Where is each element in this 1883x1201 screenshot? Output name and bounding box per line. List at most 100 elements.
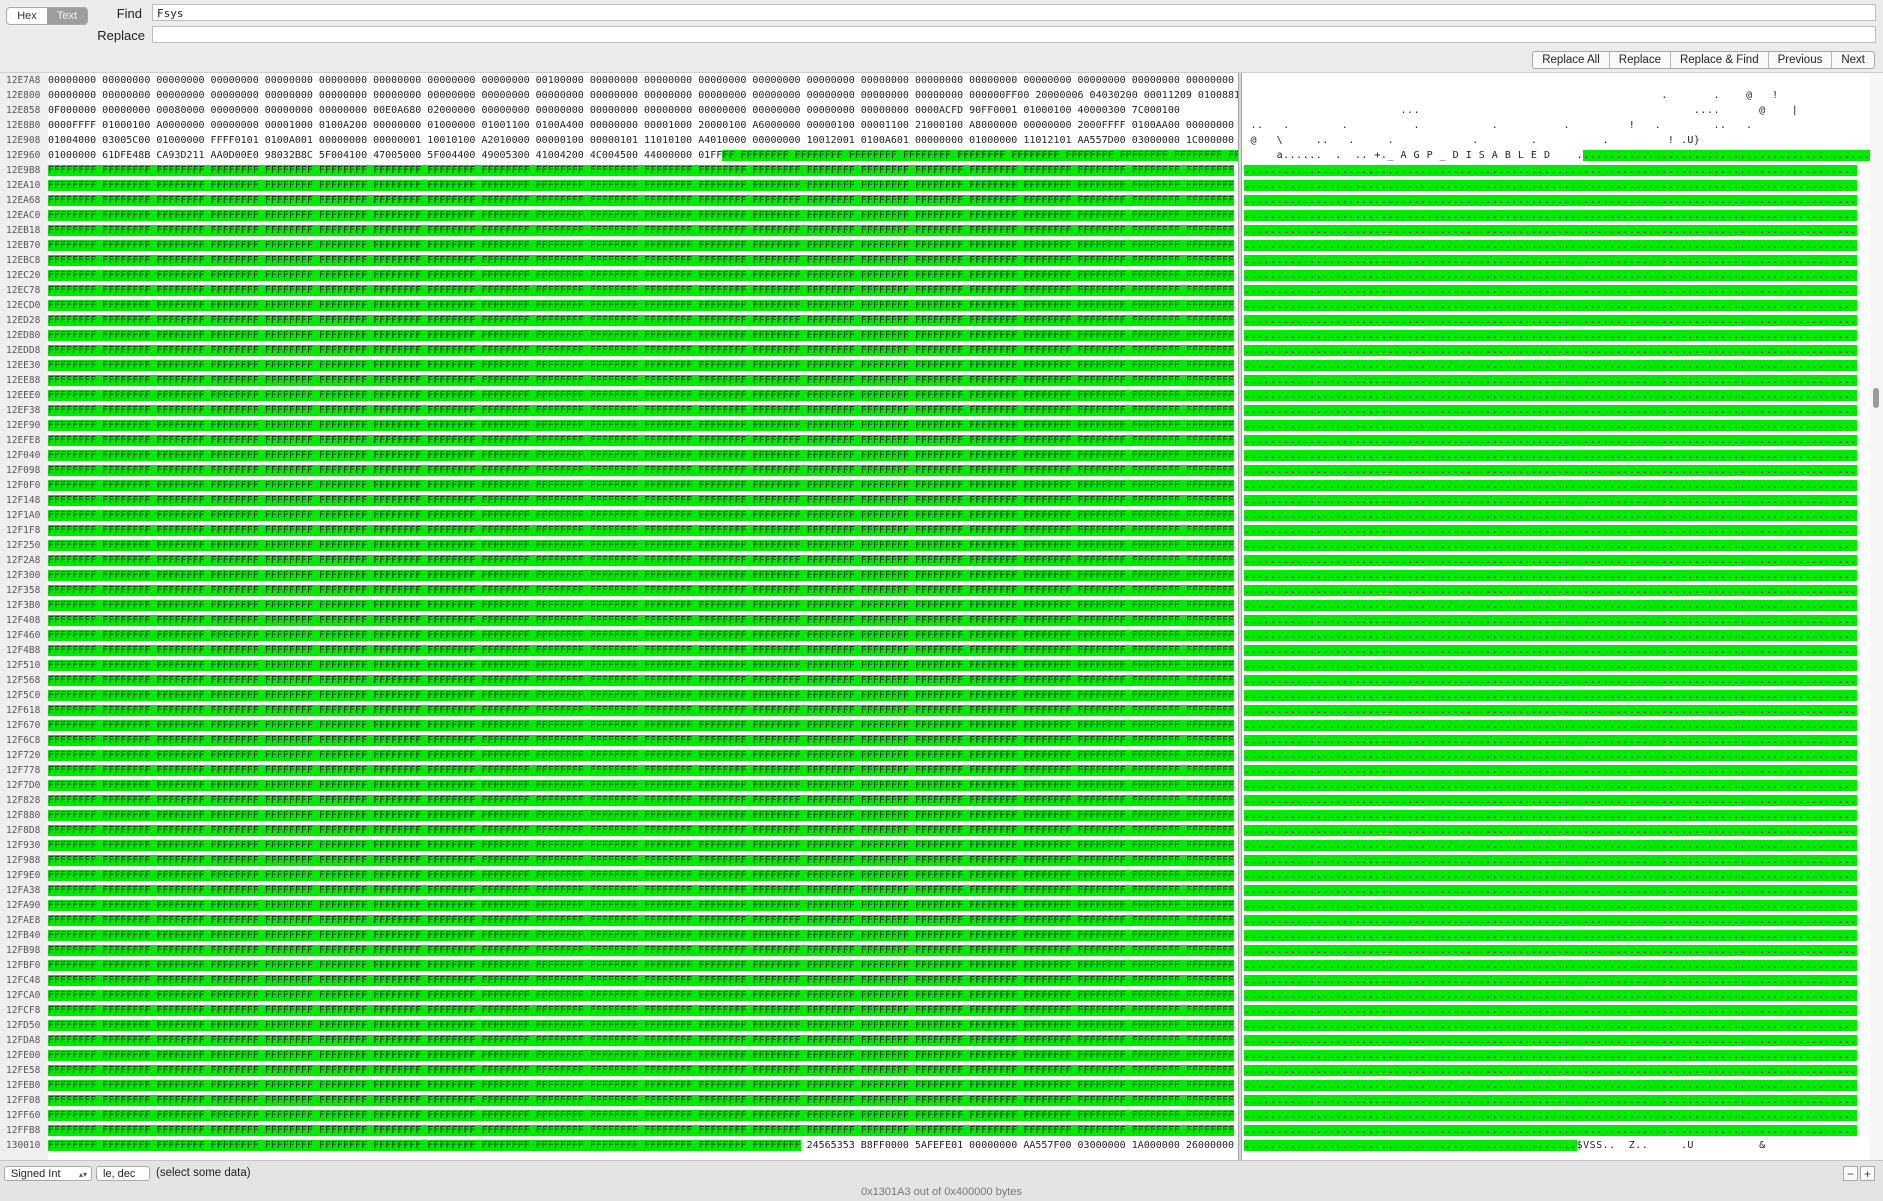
hex-row[interactable]: FFFFFFFF FFFFFFFF FFFFFFFF FFFFFFFF FFFF… bbox=[48, 943, 1235, 958]
text-row[interactable]: ........................................… bbox=[1244, 808, 1857, 823]
text-row[interactable]: @ \ .. . . . . . ! .U} bbox=[1244, 133, 1700, 148]
text-row[interactable]: ........................................… bbox=[1244, 868, 1857, 883]
text-row[interactable]: ........................................… bbox=[1244, 328, 1857, 343]
text-pane[interactable]: . . @ ! ... .... @ | .. . . . . . ! . ..… bbox=[1244, 73, 1870, 1160]
hex-pane[interactable]: 00000000 00000000 00000000 00000000 0000… bbox=[48, 73, 1238, 1160]
hex-row[interactable]: FFFFFFFF FFFFFFFF FFFFFFFF FFFFFFFF FFFF… bbox=[48, 568, 1235, 583]
pane-divider[interactable] bbox=[1238, 73, 1242, 1160]
text-row[interactable]: ........................................… bbox=[1244, 568, 1857, 583]
hex-row[interactable]: FFFFFFFF FFFFFFFF FFFFFFFF FFFFFFFF FFFF… bbox=[48, 1078, 1235, 1093]
scroll-thumb[interactable] bbox=[1873, 388, 1879, 408]
hex-row[interactable]: FFFFFFFF FFFFFFFF FFFFFFFF FFFFFFFF FFFF… bbox=[48, 163, 1235, 178]
hex-row[interactable]: FFFFFFFF FFFFFFFF FFFFFFFF FFFFFFFF FFFF… bbox=[48, 643, 1235, 658]
hex-row[interactable]: FFFFFFFF FFFFFFFF FFFFFFFF FFFFFFFF FFFF… bbox=[48, 463, 1235, 478]
hex-row[interactable]: FFFFFFFF FFFFFFFF FFFFFFFF FFFFFFFF FFFF… bbox=[48, 958, 1235, 973]
hex-row[interactable]: FFFFFFFF FFFFFFFF FFFFFFFF FFFFFFFF FFFF… bbox=[48, 793, 1235, 808]
hex-row[interactable]: FFFFFFFF FFFFFFFF FFFFFFFF FFFFFFFF FFFF… bbox=[48, 253, 1235, 268]
text-row[interactable]: ........................................… bbox=[1244, 1063, 1857, 1078]
hex-row[interactable]: FFFFFFFF FFFFFFFF FFFFFFFF FFFFFFFF FFFF… bbox=[48, 883, 1235, 898]
text-row[interactable]: ........................................… bbox=[1244, 343, 1857, 358]
hex-row[interactable]: 01000000 61DFE48B CA93D211 AA0D00E0 9803… bbox=[48, 148, 1238, 163]
hex-row[interactable]: FFFFFFFF FFFFFFFF FFFFFFFF FFFFFFFF FFFF… bbox=[48, 538, 1235, 553]
text-row[interactable]: ........................................… bbox=[1244, 178, 1857, 193]
text-row[interactable]: ........................................… bbox=[1244, 898, 1857, 913]
text-row[interactable]: ........................................… bbox=[1244, 523, 1857, 538]
text-row[interactable]: ........................................… bbox=[1244, 583, 1857, 598]
replace-input[interactable] bbox=[152, 26, 1876, 43]
text-row[interactable]: ........................................… bbox=[1244, 973, 1857, 988]
text-row[interactable]: .. . . . . . ! . .. . bbox=[1244, 118, 1753, 133]
text-row[interactable]: ........................................… bbox=[1244, 478, 1857, 493]
hex-row[interactable]: FFFFFFFF FFFFFFFF FFFFFFFF FFFFFFFF FFFF… bbox=[48, 613, 1235, 628]
hex-row[interactable]: FFFFFFFF FFFFFFFF FFFFFFFF FFFFFFFF FFFF… bbox=[48, 838, 1235, 853]
text-row[interactable]: ........................................… bbox=[1244, 388, 1857, 403]
hex-row[interactable]: FFFFFFFF FFFFFFFF FFFFFFFF FFFFFFFF FFFF… bbox=[48, 733, 1235, 748]
text-row[interactable]: ........................................… bbox=[1244, 403, 1857, 418]
hex-row[interactable]: FFFFFFFF FFFFFFFF FFFFFFFF FFFFFFFF FFFF… bbox=[48, 973, 1235, 988]
text-row[interactable]: ........................................… bbox=[1244, 223, 1857, 238]
text-row[interactable]: ........................................… bbox=[1244, 238, 1857, 253]
hex-row[interactable]: FFFFFFFF FFFFFFFF FFFFFFFF FFFFFFFF FFFF… bbox=[48, 658, 1235, 673]
hex-row[interactable]: FFFFFFFF FFFFFFFF FFFFFFFF FFFFFFFF FFFF… bbox=[48, 763, 1235, 778]
replace-and-find-button[interactable]: Replace & Find bbox=[1669, 52, 1768, 68]
hex-row[interactable]: FFFFFFFF FFFFFFFF FFFFFFFF FFFFFFFF FFFF… bbox=[48, 223, 1235, 238]
hex-row[interactable]: FFFFFFFF FFFFFFFF FFFFFFFF FFFFFFFF FFFF… bbox=[48, 268, 1235, 283]
hex-row[interactable]: FFFFFFFF FFFFFFFF FFFFFFFF FFFFFFFF FFFF… bbox=[48, 313, 1235, 328]
hex-row[interactable]: FFFFFFFF FFFFFFFF FFFFFFFF FFFFFFFF FFFF… bbox=[48, 988, 1235, 1003]
text-row[interactable]: ........................................… bbox=[1244, 988, 1857, 1003]
hex-row[interactable]: FFFFFFFF FFFFFFFF FFFFFFFF FFFFFFFF FFFF… bbox=[48, 358, 1235, 373]
hex-row[interactable]: FFFFFFFF FFFFFFFF FFFFFFFF FFFFFFFF FFFF… bbox=[48, 778, 1235, 793]
text-row[interactable]: ........................................… bbox=[1244, 628, 1857, 643]
hex-row[interactable]: FFFFFFFF FFFFFFFF FFFFFFFF FFFFFFFF FFFF… bbox=[48, 853, 1235, 868]
hex-row[interactable]: FFFFFFFF FFFFFFFF FFFFFFFF FFFFFFFF FFFF… bbox=[48, 298, 1235, 313]
hex-row[interactable]: FFFFFFFF FFFFFFFF FFFFFFFF FFFFFFFF FFFF… bbox=[48, 448, 1235, 463]
text-row[interactable]: ........................................… bbox=[1244, 313, 1857, 328]
text-row[interactable]: ........................................… bbox=[1244, 1108, 1857, 1123]
hex-row[interactable]: FFFFFFFF FFFFFFFF FFFFFFFF FFFFFFFF FFFF… bbox=[48, 583, 1235, 598]
vertical-scrollbar[interactable] bbox=[1870, 73, 1883, 1160]
text-row[interactable]: ........................................… bbox=[1244, 748, 1857, 763]
text-row[interactable]: ........................................… bbox=[1244, 1003, 1857, 1018]
text-row[interactable]: ........................................… bbox=[1244, 553, 1857, 568]
text-row[interactable]: ........................................… bbox=[1244, 1138, 1766, 1153]
text-row[interactable]: ........................................… bbox=[1244, 298, 1857, 313]
hex-row[interactable]: FFFFFFFF FFFFFFFF FFFFFFFF FFFFFFFF FFFF… bbox=[48, 1108, 1235, 1123]
hex-mode-button[interactable]: Hex bbox=[7, 8, 47, 24]
hex-row[interactable]: FFFFFFFF FFFFFFFF FFFFFFFF FFFFFFFF FFFF… bbox=[48, 688, 1235, 703]
text-row[interactable]: . . @ ! bbox=[1244, 88, 1779, 103]
text-row[interactable]: ........................................… bbox=[1244, 1093, 1857, 1108]
hex-row[interactable]: FFFFFFFF FFFFFFFF FFFFFFFF FFFFFFFF FFFF… bbox=[48, 178, 1235, 193]
replace-button[interactable]: Replace bbox=[1608, 52, 1670, 68]
text-row[interactable]: ........................................… bbox=[1244, 268, 1857, 283]
text-row[interactable]: ........................................… bbox=[1244, 733, 1857, 748]
text-row[interactable]: ........................................… bbox=[1244, 1018, 1857, 1033]
endian-select[interactable]: le, dec bbox=[96, 1166, 150, 1181]
hex-row[interactable]: FFFFFFFF FFFFFFFF FFFFFFFF FFFFFFFF FFFF… bbox=[48, 418, 1235, 433]
hex-row[interactable]: 00000000 00000000 00000000 00000000 0000… bbox=[48, 88, 1238, 103]
hex-row[interactable]: FFFFFFFF FFFFFFFF FFFFFFFF FFFFFFFF FFFF… bbox=[48, 328, 1235, 343]
text-row[interactable]: ........................................… bbox=[1244, 958, 1857, 973]
text-row[interactable]: ... .... @ | bbox=[1244, 103, 1798, 118]
find-input[interactable]: Fsys bbox=[152, 4, 1876, 21]
text-row[interactable]: ........................................… bbox=[1244, 193, 1857, 208]
hex-row[interactable]: FFFFFFFF FFFFFFFF FFFFFFFF FFFFFFFF FFFF… bbox=[48, 1003, 1235, 1018]
minus-icon[interactable]: − bbox=[1843, 1166, 1858, 1181]
hex-row[interactable]: FFFFFFFF FFFFFFFF FFFFFFFF FFFFFFFF FFFF… bbox=[48, 1138, 1234, 1153]
hex-row[interactable]: FFFFFFFF FFFFFFFF FFFFFFFF FFFFFFFF FFFF… bbox=[48, 478, 1235, 493]
hex-row[interactable]: FFFFFFFF FFFFFFFF FFFFFFFF FFFFFFFF FFFF… bbox=[48, 553, 1235, 568]
hex-row[interactable]: FFFFFFFF FFFFFFFF FFFFFFFF FFFFFFFF FFFF… bbox=[48, 868, 1235, 883]
text-row[interactable]: ........................................… bbox=[1244, 703, 1857, 718]
hex-row[interactable]: FFFFFFFF FFFFFFFF FFFFFFFF FFFFFFFF FFFF… bbox=[48, 1063, 1235, 1078]
text-row[interactable]: ........................................… bbox=[1244, 643, 1857, 658]
text-row[interactable]: ........................................… bbox=[1244, 493, 1857, 508]
text-row[interactable]: ........................................… bbox=[1244, 538, 1857, 553]
hex-row[interactable]: FFFFFFFF FFFFFFFF FFFFFFFF FFFFFFFF FFFF… bbox=[48, 913, 1235, 928]
text-row[interactable]: ........................................… bbox=[1244, 1048, 1857, 1063]
text-row[interactable]: ........................................… bbox=[1244, 208, 1857, 223]
text-row[interactable]: ........................................… bbox=[1244, 688, 1857, 703]
text-row[interactable]: ........................................… bbox=[1244, 433, 1857, 448]
text-row[interactable]: ........................................… bbox=[1244, 418, 1857, 433]
hex-row[interactable]: FFFFFFFF FFFFFFFF FFFFFFFF FFFFFFFF FFFF… bbox=[48, 1033, 1235, 1048]
text-row[interactable]: ........................................… bbox=[1244, 253, 1857, 268]
hex-row[interactable]: FFFFFFFF FFFFFFFF FFFFFFFF FFFFFFFF FFFF… bbox=[48, 673, 1235, 688]
